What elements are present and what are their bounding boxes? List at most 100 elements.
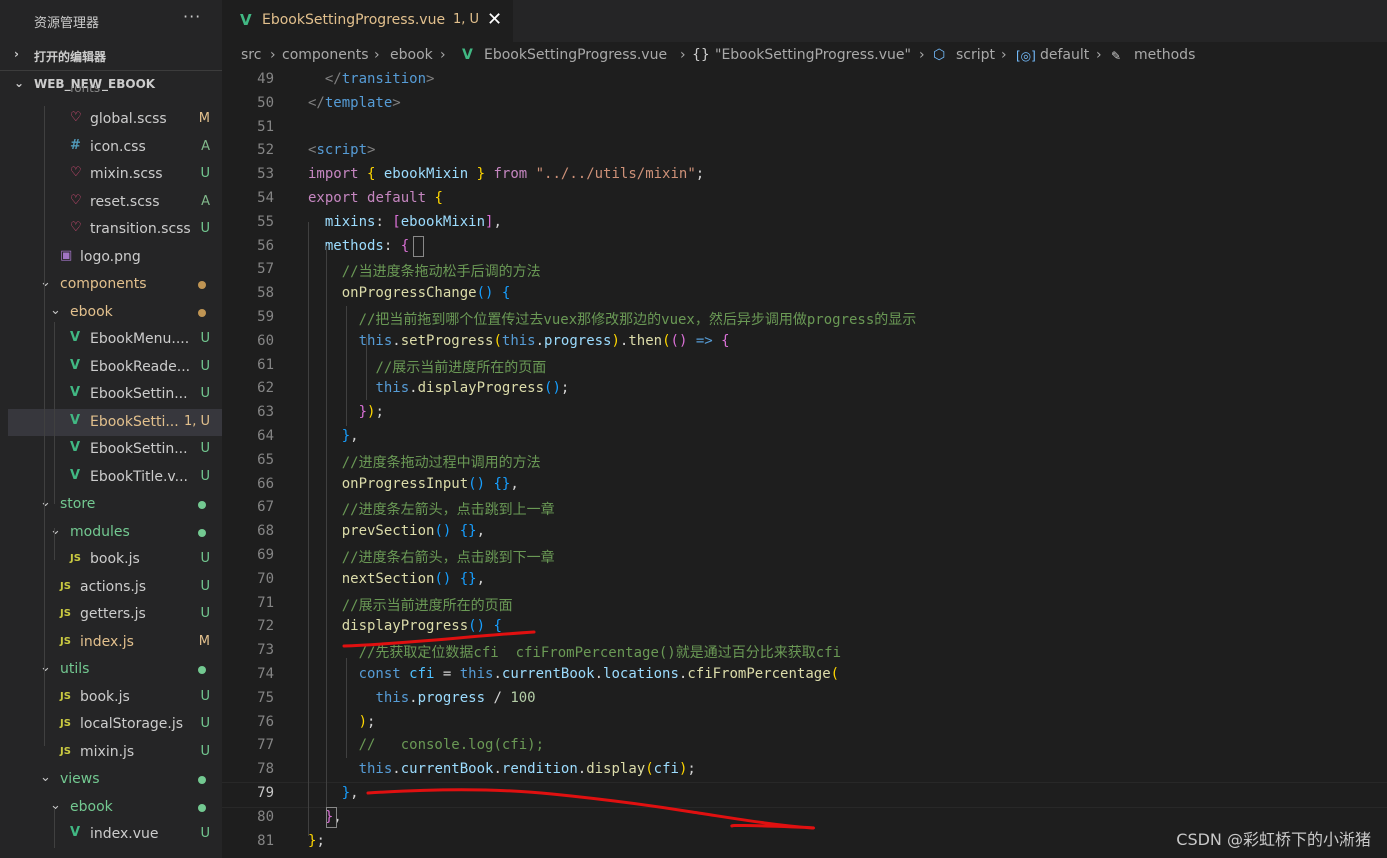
file-row[interactable]: ♡ mixin.scss U [8,161,222,188]
folder-name: store [60,496,96,512]
modified-dot-icon [198,528,206,537]
indent-guide [44,106,45,746]
chevron-down-icon: ⌄ [40,495,51,510]
module-braces-icon: {} [692,47,710,63]
folder-name: modules [70,523,130,540]
folder-row[interactable]: ⌄ components [8,271,222,298]
file-name: EbookSettin... [90,386,188,402]
file-row[interactable]: V EbookSetti... 1, U [8,408,222,436]
file-name: book.js [80,688,130,705]
js-file-icon: JS [70,553,81,564]
folder-row[interactable]: ⌄ ebook [8,794,222,821]
file-row[interactable]: JS localStorage.js U [8,711,222,738]
file-row[interactable]: V EbookMenu.... U [8,326,222,353]
indent-guide [54,322,55,504]
git-status-badge: 1, U [183,413,210,429]
annotation-stroke [366,788,815,830]
file-row[interactable]: V EbookTitle.v... U [8,464,222,491]
project-section[interactable]: ⌄ WEB_NEW_EBOOK [0,70,222,97]
chevron-down-icon: ⌄ [40,660,51,675]
file-row[interactable]: V EbookSettin... U [8,436,222,463]
close-icon[interactable]: ✕ [487,9,502,30]
file-row[interactable]: JS getters.js U [8,601,222,628]
open-editors-section[interactable]: › 打开的编辑器 [0,42,222,68]
file-name: icon.css [90,138,146,155]
folder-row[interactable]: ⌄ modules [8,519,222,546]
chevron-down-icon: ⌄ [50,797,61,813]
file-row[interactable]: # icon.css A [8,134,222,161]
chevron-right-icon: › [440,47,446,63]
breadcrumb-ebook[interactable]: ebook [390,47,433,63]
git-status-badge: A [201,193,210,209]
folder-name: views [60,771,100,787]
vue-file-icon: V [70,385,81,400]
file-row[interactable]: JS book.js U [8,684,222,711]
git-status-badge: U [200,716,210,731]
code-editor[interactable]: 49 </transition> 50 </template> 51 52 <script… [222,70,1387,858]
chevron-right-icon: › [919,47,925,63]
vue-file-icon: V [70,440,81,455]
vue-file-icon: V [240,11,252,29]
folder-row[interactable]: ⌄ store [8,491,222,518]
file-row[interactable]: JS book.js U [8,546,222,573]
chevron-down-icon: ⌄ [14,76,25,90]
folder-name: ebook [70,303,113,320]
breadcrumb-module[interactable]: "EbookSettingProgress.vue" [715,47,911,63]
folder-row[interactable]: ⌄ utils [8,656,222,683]
image-file-icon: ▣ [60,247,73,263]
file-row[interactable]: JS index.js M [8,629,222,656]
git-status-badge: U [200,221,210,236]
tab-label: EbookSettingProgress.vue [262,12,446,28]
file-row[interactable]: ♡ transition.scss U [8,216,222,243]
folder-row[interactable]: ⌄ views [8,766,222,793]
file-row[interactable]: JS mixin.js U [8,739,222,766]
git-status-badge: U [200,688,210,704]
vue-file-icon: V [70,467,81,483]
breadcrumb-default[interactable]: default [1040,47,1089,63]
file-name: getters.js [80,606,146,622]
git-status-badge: M [198,111,210,126]
indent-guide [54,808,55,848]
breadcrumb-file[interactable]: EbookSettingProgress.vue [484,47,667,63]
wrench-icon: ✎ [1111,49,1122,63]
chevron-right-icon: › [14,47,19,61]
file-name: EbookReade... [90,358,191,375]
tab-ebook-setting-progress[interactable]: V EbookSettingProgress.vue 1, U ✕ [222,0,513,42]
scss-file-icon: ♡ [70,110,82,125]
file-row[interactable]: JS actions.js U [8,574,222,601]
css-file-icon: # [70,137,81,153]
explorer-header: 资源管理器 ··· [0,0,222,42]
js-file-icon: JS [60,608,71,619]
git-status-badge: U [200,441,210,456]
scss-file-icon: ♡ [70,192,82,208]
file-name: actions.js [80,578,147,595]
more-actions-icon[interactable]: ··· [183,7,201,26]
file-row[interactable]: ♡ global.scss M [8,106,222,133]
file-row[interactable]: V EbookReade... U [8,354,222,381]
chevron-right-icon: › [374,47,380,63]
breadcrumb-src[interactable]: src [241,47,261,63]
breadcrumb-methods[interactable]: methods [1134,47,1195,63]
file-name: book.js [90,551,140,567]
file-name: mixin.js [80,743,135,760]
file-row[interactable]: ♡ reset.scss A [8,189,222,216]
file-name: logo.png [80,248,141,265]
vue-file-icon: V [70,357,81,373]
folder-name: ebook [70,798,113,815]
editor-tabs: V EbookSettingProgress.vue 1, U ✕ [222,0,1387,42]
git-status-badge: U [200,606,210,621]
tab-status: 1, U [453,12,480,27]
folder-row[interactable]: ⌄ ebook [8,299,222,326]
file-name: index.vue [90,826,159,842]
breadcrumb-script[interactable]: script [956,47,995,63]
indent-guide [54,528,55,560]
file-row[interactable]: ▣ logo.png [8,244,222,271]
file-name: EbookMenu.... [90,331,190,347]
file-row[interactable]: Vindex.vue U [8,821,222,848]
file-name: index.js [80,633,134,650]
modified-dot-icon [198,308,206,317]
chevron-down-icon: ⌄ [40,770,51,785]
file-row[interactable]: V EbookSettin... U [8,381,222,408]
js-file-icon: JS [60,718,71,729]
breadcrumb-components[interactable]: components [282,47,369,63]
